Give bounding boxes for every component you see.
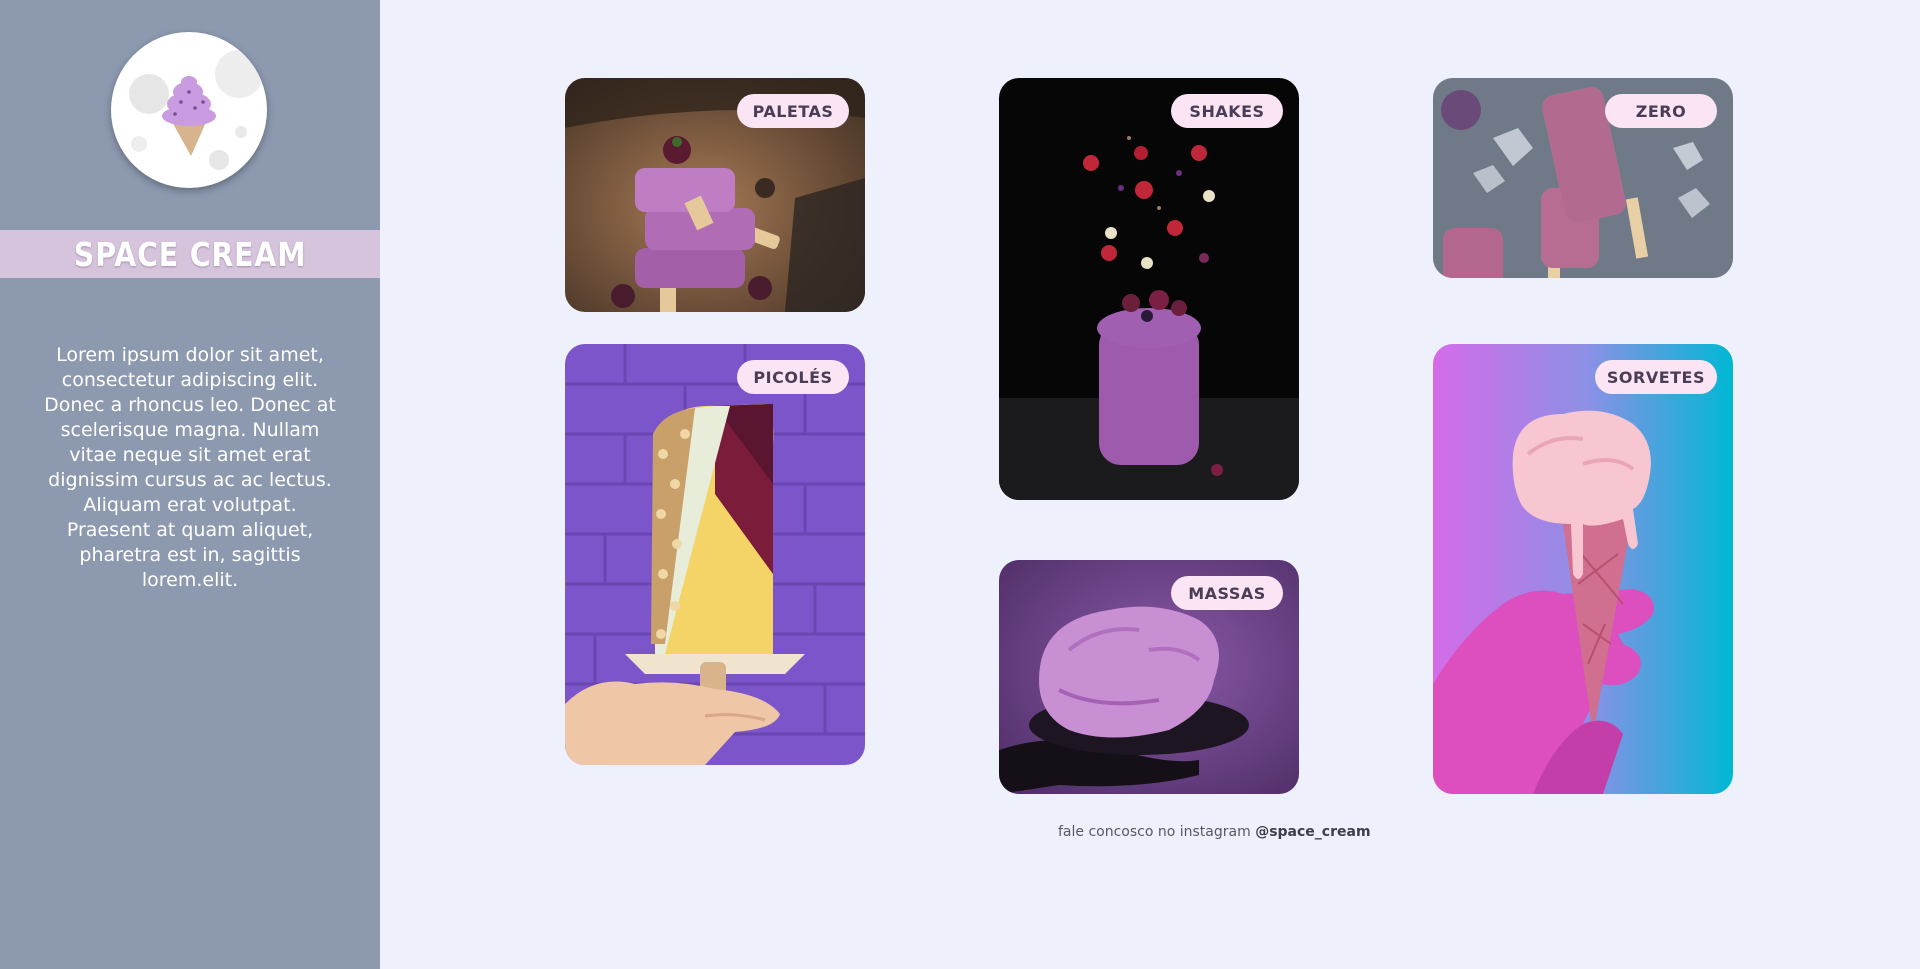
sorvetes-image [1433, 344, 1733, 794]
sidebar: SPACE CREAM Lorem ipsum dolor sit amet, … [0, 0, 380, 969]
tag-sorvetes: SORVETES [1594, 360, 1717, 394]
tag-paletas: PALETAS [737, 94, 849, 128]
footer-instagram: fale concosco no instagram @space_cream [1058, 824, 1371, 840]
card-zero[interactable]: ZERO [1433, 78, 1733, 278]
card-paletas[interactable]: PALETAS [565, 78, 865, 312]
brand-band: SPACE CREAM [0, 230, 380, 278]
picoles-image [565, 344, 865, 765]
card-massas[interactable]: MASSAS [999, 560, 1299, 794]
logo[interactable] [111, 32, 267, 188]
tag-shakes: SHAKES [1171, 94, 1283, 128]
card-shakes[interactable]: SHAKES [999, 78, 1299, 500]
footer-text: fale concosco no instagram [1058, 824, 1256, 840]
card-sorvetes[interactable]: SORVETES [1433, 344, 1733, 794]
tag-massas: MASSAS [1171, 576, 1283, 610]
instagram-handle-link[interactable]: @space_cream [1255, 824, 1370, 840]
ice-cream-cone-icon [129, 50, 263, 170]
card-picoles[interactable]: PICOLÉS [565, 344, 865, 765]
tag-picoles: PICOLÉS [737, 360, 849, 394]
brand-title: SPACE CREAM [73, 234, 307, 274]
tag-zero: ZERO [1605, 94, 1717, 128]
brand-description: Lorem ipsum dolor sit amet, consectetur … [44, 344, 336, 591]
shakes-image [999, 78, 1299, 500]
